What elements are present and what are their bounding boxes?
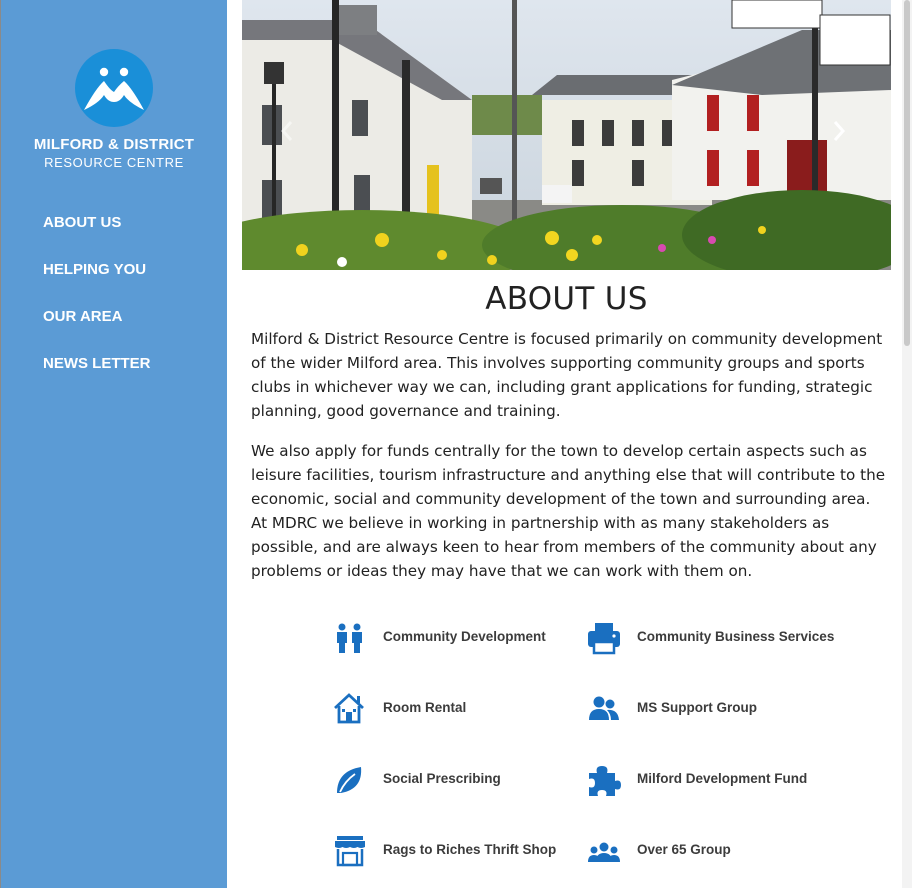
logo-mountain-icon [75,49,153,127]
house-icon [334,693,364,724]
service-label: Over 65 Group [637,842,731,857]
details-paragraph: We also apply for funds centrally for th… [251,442,886,580]
printer-icon [588,623,620,655]
chevron-left-icon [280,121,293,141]
leaf-icon [337,767,362,793]
service-label: Social Prescribing [383,771,501,786]
nav-item-helping-you[interactable]: HELPING YOU [43,259,151,306]
carousel-prev-button[interactable] [280,120,300,150]
service-label: Rags to Riches Thrift Shop [383,842,557,857]
user-group-icon [589,696,619,720]
nav-item-news-letter[interactable]: NEWS LETTER [43,353,151,400]
chevron-right-icon [833,121,846,141]
service-label: MS Support Group [637,700,757,715]
scrollbar-thumb[interactable] [904,0,910,346]
store-icon [335,836,365,867]
carousel-next-button[interactable] [832,120,852,150]
sidebar: MILFORD & DISTRICT RESOURCE CENTRE ABOUT… [1,0,227,888]
puzzle-icon [589,766,621,796]
page-title: ABOUT US [485,281,648,317]
service-label: Room Rental [383,700,467,715]
hero-carousel[interactable] [242,0,891,270]
people-icon [337,623,362,653]
service-label: Milford Development Fund [637,771,808,786]
brand-name: MILFORD & DISTRICT [33,136,195,153]
intro-paragraph: Milford & District Resource Centre is fo… [251,330,883,420]
nav-item-our-area[interactable]: OUR AREA [43,306,151,353]
service-label: Community Development [383,629,546,644]
hero-image [242,0,891,270]
main-nav: ABOUT US HELPING YOU OUR AREA NEWS LETTE… [43,212,151,400]
brand-subtitle: RESOURCE CENTRE [44,155,184,170]
group-icon [588,842,620,862]
service-label: Community Business Services [637,629,835,644]
nav-item-about-us[interactable]: ABOUT US [43,212,151,259]
